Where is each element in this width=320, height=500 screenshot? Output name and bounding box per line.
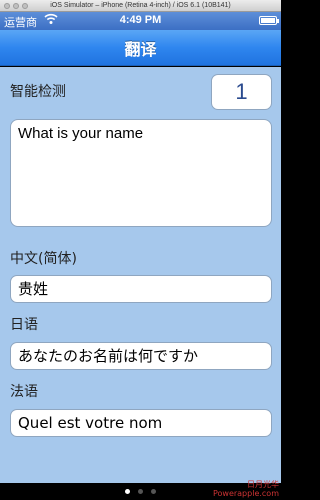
chinese-result-field[interactable]: 贵姓 <box>10 275 272 303</box>
source-text-input[interactable]: What is your name <box>10 119 272 227</box>
japanese-result-field[interactable]: あなたのお名前は何ですか <box>10 342 272 370</box>
minimize-window-button[interactable] <box>13 3 19 9</box>
window-controls[interactable] <box>4 3 28 9</box>
battery-icon <box>259 16 279 25</box>
translation-panel: 智能检测 1 What is your name 中文(简体) 贵姓 日语 あな… <box>0 67 281 483</box>
zoom-window-button[interactable] <box>22 3 28 9</box>
chinese-label: 中文(简体) <box>10 251 77 267</box>
status-bar: 运营商 4:49 PM <box>0 12 281 30</box>
watermark-line-1: 日月光华 <box>247 480 279 489</box>
close-window-button[interactable] <box>4 3 10 9</box>
french-result-field[interactable]: Quel est votre nom <box>10 409 272 437</box>
navigation-bar: 翻译 <box>0 30 281 66</box>
japanese-label: 日语 <box>10 317 38 333</box>
detect-count-badge[interactable]: 1 <box>211 74 272 110</box>
status-time: 4:49 PM <box>119 14 162 26</box>
simulator-title: iOS Simulator – iPhone (Retina 4-inch) /… <box>50 2 231 9</box>
page-dot[interactable] <box>138 489 143 494</box>
watermark-line-2: Powerapple.com <box>212 489 279 498</box>
page-dot[interactable] <box>125 489 130 494</box>
french-label: 法语 <box>10 384 38 400</box>
simulator-title-bar: iOS Simulator – iPhone (Retina 4-inch) /… <box>0 0 281 12</box>
detect-label: 智能检测 <box>10 84 66 100</box>
page-dot[interactable] <box>151 489 156 494</box>
watermark: 日月光华 Powerapple.com <box>213 480 279 498</box>
nav-title: 翻译 <box>124 39 157 59</box>
